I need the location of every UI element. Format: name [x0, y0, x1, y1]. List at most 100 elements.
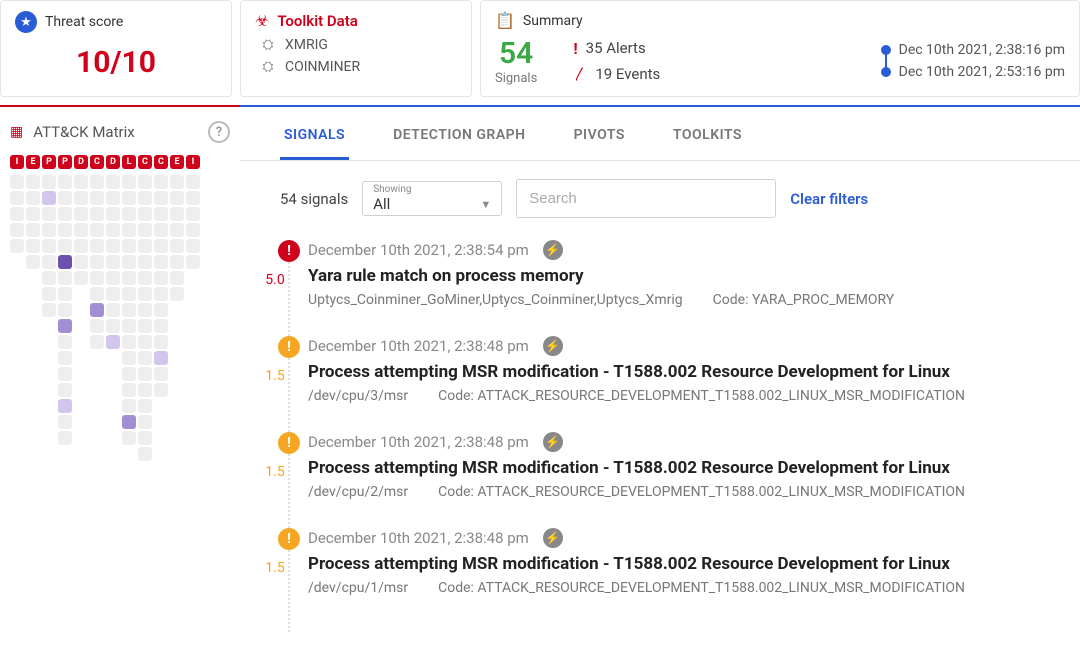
matrix-cell[interactable] [138, 175, 152, 189]
matrix-cell[interactable] [122, 175, 136, 189]
matrix-cell[interactable] [122, 383, 136, 397]
bolt-icon[interactable]: ⚡ [543, 528, 563, 548]
matrix-cell[interactable] [138, 383, 152, 397]
matrix-cell[interactable] [122, 399, 136, 413]
matrix-cell[interactable] [10, 191, 24, 205]
tactic-badge[interactable]: C [138, 155, 152, 169]
matrix-cell[interactable] [58, 415, 72, 429]
matrix-cell[interactable] [122, 335, 136, 349]
matrix-cell[interactable] [58, 255, 72, 269]
matrix-cell[interactable] [122, 191, 136, 205]
signal-item[interactable]: !1.5December 10th 2021, 2:38:48 pm⚡Proce… [268, 518, 1056, 614]
tactic-badge[interactable]: C [154, 155, 168, 169]
matrix-cell[interactable] [170, 223, 184, 237]
matrix-cell[interactable] [186, 207, 200, 221]
matrix-cell[interactable] [74, 255, 88, 269]
tab-detection-graph[interactable]: DETECTION GRAPH [389, 121, 529, 160]
matrix-cell[interactable] [58, 383, 72, 397]
matrix-cell[interactable] [170, 191, 184, 205]
matrix-cell[interactable] [106, 207, 120, 221]
matrix-cell[interactable] [138, 303, 152, 317]
matrix-cell[interactable] [90, 335, 104, 349]
matrix-cell[interactable] [58, 303, 72, 317]
matrix-cell[interactable] [186, 175, 200, 189]
matrix-cell[interactable] [106, 191, 120, 205]
tactic-badge[interactable]: P [58, 155, 72, 169]
matrix-cell[interactable] [138, 191, 152, 205]
matrix-cell[interactable] [42, 303, 56, 317]
matrix-cell[interactable] [122, 319, 136, 333]
matrix-cell[interactable] [122, 287, 136, 301]
matrix-cell[interactable] [58, 239, 72, 253]
matrix-cell[interactable] [154, 239, 168, 253]
matrix-cell[interactable] [122, 239, 136, 253]
matrix-cell[interactable] [58, 223, 72, 237]
signal-item[interactable]: !5.0December 10th 2021, 2:38:54 pm⚡Yara … [268, 230, 1056, 326]
matrix-cell[interactable] [74, 223, 88, 237]
matrix-cell[interactable] [138, 415, 152, 429]
matrix-cell[interactable] [122, 415, 136, 429]
tab-signals[interactable]: SIGNALS [280, 121, 349, 160]
matrix-cell[interactable] [74, 207, 88, 221]
matrix-cell[interactable] [74, 239, 88, 253]
bolt-icon[interactable]: ⚡ [543, 336, 563, 356]
matrix-cell[interactable] [26, 255, 40, 269]
matrix-cell[interactable] [106, 319, 120, 333]
matrix-cell[interactable] [42, 191, 56, 205]
toolkit-item[interactable]: ⛭XMRIG [255, 36, 457, 54]
matrix-cell[interactable] [154, 383, 168, 397]
matrix-cell[interactable] [154, 255, 168, 269]
tactic-badge[interactable]: D [74, 155, 88, 169]
help-icon[interactable]: ? [208, 121, 230, 143]
matrix-cell[interactable] [154, 223, 168, 237]
matrix-cell[interactable] [106, 287, 120, 301]
matrix-cell[interactable] [10, 175, 24, 189]
matrix-cell[interactable] [170, 207, 184, 221]
matrix-cell[interactable] [170, 287, 184, 301]
matrix-cell[interactable] [122, 303, 136, 317]
matrix-cell[interactable] [58, 175, 72, 189]
tactic-badge[interactable]: I [186, 155, 200, 169]
matrix-cell[interactable] [154, 191, 168, 205]
tactic-badge[interactable]: C [90, 155, 104, 169]
matrix-cell[interactable] [58, 191, 72, 205]
matrix-cell[interactable] [154, 271, 168, 285]
matrix-cell[interactable] [122, 223, 136, 237]
matrix-cell[interactable] [58, 399, 72, 413]
matrix-cell[interactable] [138, 287, 152, 301]
matrix-cell[interactable] [42, 287, 56, 301]
matrix-cell[interactable] [138, 239, 152, 253]
matrix-cell[interactable] [26, 207, 40, 221]
matrix-cell[interactable] [170, 175, 184, 189]
matrix-cell[interactable] [154, 175, 168, 189]
matrix-cell[interactable] [58, 271, 72, 285]
matrix-cell[interactable] [106, 271, 120, 285]
matrix-cell[interactable] [122, 255, 136, 269]
matrix-cell[interactable] [122, 367, 136, 381]
tactic-badge[interactable]: L [122, 155, 136, 169]
matrix-cell[interactable] [10, 223, 24, 237]
matrix-cell[interactable] [74, 175, 88, 189]
matrix-cell[interactable] [90, 287, 104, 301]
matrix-cell[interactable] [138, 399, 152, 413]
matrix-cell[interactable] [10, 239, 24, 253]
matrix-cell[interactable] [122, 271, 136, 285]
matrix-cell[interactable] [122, 351, 136, 365]
tactic-badge[interactable]: E [26, 155, 40, 169]
showing-filter[interactable]: Showing All▼ [362, 181, 502, 216]
matrix-cell[interactable] [138, 223, 152, 237]
matrix-cell[interactable] [42, 271, 56, 285]
matrix-cell[interactable] [138, 351, 152, 365]
matrix-cell[interactable] [106, 239, 120, 253]
matrix-cell[interactable] [138, 367, 152, 381]
clear-filters-link[interactable]: Clear filters [790, 190, 868, 208]
matrix-cell[interactable] [170, 271, 184, 285]
matrix-cell[interactable] [122, 431, 136, 445]
bolt-icon[interactable]: ⚡ [543, 432, 563, 452]
matrix-cell[interactable] [42, 175, 56, 189]
matrix-cell[interactable] [106, 303, 120, 317]
tactic-badge[interactable]: E [170, 155, 184, 169]
matrix-cell[interactable] [170, 255, 184, 269]
matrix-cell[interactable] [26, 175, 40, 189]
matrix-cell[interactable] [106, 175, 120, 189]
